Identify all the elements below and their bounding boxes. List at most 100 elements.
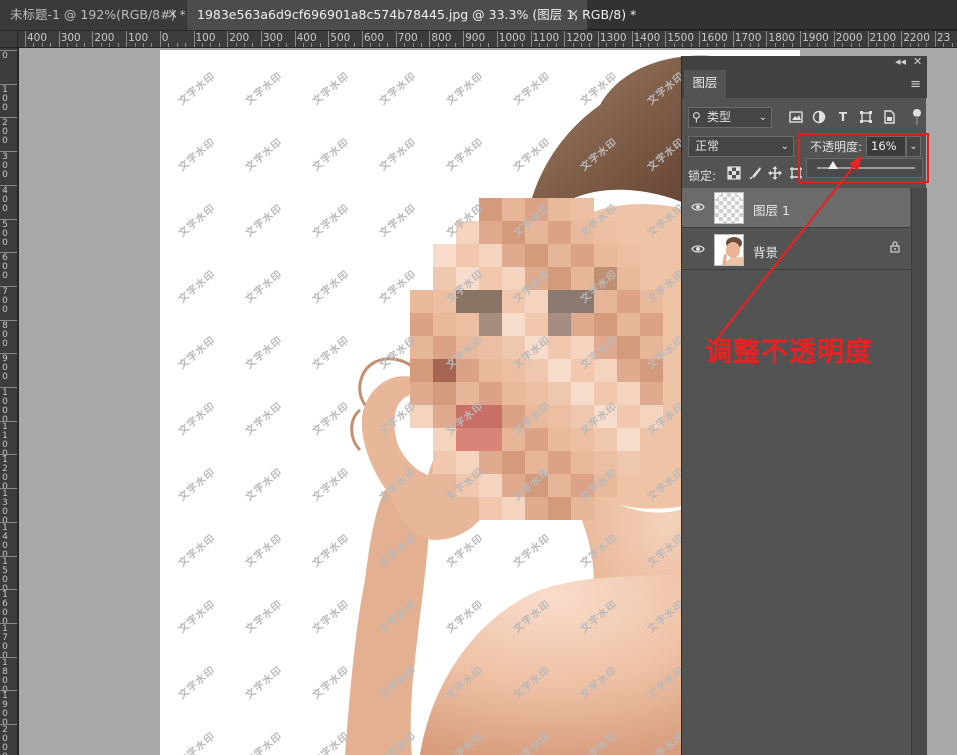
mosaic-cell <box>640 336 663 359</box>
mosaic-cell <box>525 428 548 451</box>
mosaic-cell <box>571 451 594 474</box>
smart-object-filter-icon[interactable] <box>882 110 896 124</box>
mosaic-cell <box>410 290 433 313</box>
mosaic-cell <box>410 313 433 336</box>
ruler-tick <box>564 31 566 47</box>
layer-name: 图层 1 <box>753 203 790 218</box>
document-tab-bar: 未标题-1 @ 192%(RGB/8#) * × 1983e563a6d9cf6… <box>0 0 957 30</box>
mosaic-cell <box>571 313 594 336</box>
mosaic-cell <box>479 198 502 221</box>
mosaic-cell <box>594 221 617 244</box>
mosaic-cell <box>456 405 479 428</box>
document-tab-active[interactable]: 1983e563a6d9cf696901a8c574b78445.jpg @ 3… <box>187 0 636 30</box>
image-filter-icon[interactable] <box>789 110 803 124</box>
mosaic-cell <box>525 267 548 290</box>
tab-layers[interactable]: 图层 <box>684 70 726 98</box>
mosaic-cell <box>548 336 571 359</box>
ruler-label: 100 <box>2 84 8 113</box>
panel-tab-row: 图层 ≡ <box>682 70 927 98</box>
close-tab-icon[interactable]: × <box>167 0 178 30</box>
annotation-text: 调整不透明度 <box>705 337 873 368</box>
lock-transparent-pixels-icon[interactable] <box>726 166 742 182</box>
ruler-label: 1200 <box>2 455 8 492</box>
mosaic-cell <box>456 451 479 474</box>
mosaic-cell <box>548 451 571 474</box>
mosaic-cell <box>525 451 548 474</box>
mosaic-cell <box>456 244 479 267</box>
ruler-tick <box>159 31 161 47</box>
mosaic-cell <box>433 244 456 267</box>
ruler-label: 400 <box>27 32 48 44</box>
mosaic-cell <box>617 290 640 313</box>
ruler-label: 400 <box>2 185 8 214</box>
horizontal-ruler[interactable]: 400 300 200 100 0 100 200 300 400 500 600 700 800 900… <box>18 31 957 48</box>
ruler-label: 600 <box>2 253 8 282</box>
type-filter-icon[interactable]: T <box>836 110 850 124</box>
adjustment-filter-icon[interactable] <box>812 110 826 124</box>
mosaic-cell <box>502 336 525 359</box>
mosaic-cell <box>640 382 663 405</box>
layer-thumbnail <box>714 234 744 266</box>
ruler-label: 1500 <box>2 556 8 593</box>
panel-scrollbar[interactable] <box>911 188 927 755</box>
mosaic-cell <box>456 428 479 451</box>
ruler-tick <box>867 31 869 47</box>
lock-icon[interactable] <box>890 241 900 256</box>
mosaic-cell <box>479 451 502 474</box>
opacity-slider-thumb[interactable] <box>827 161 838 169</box>
filter-kind-select[interactable]: ⚲ 类型 ⌄ <box>688 107 772 128</box>
blend-mode-select[interactable]: 正常 ⌄ <box>688 136 794 157</box>
mosaic-cell <box>594 428 617 451</box>
mosaic-cell <box>479 405 502 428</box>
filter-toggle-switch[interactable] <box>913 109 921 126</box>
layer-row-layer-1[interactable]: 图层 1 <box>682 188 910 228</box>
mosaic-cell <box>502 428 525 451</box>
layer-row-background[interactable]: 背景 <box>682 230 910 270</box>
ruler-tick <box>631 31 633 47</box>
mosaic-cell <box>548 267 571 290</box>
mosaic-cell <box>456 313 479 336</box>
lock-image-pixels-icon[interactable] <box>747 166 763 182</box>
mosaic-cell <box>502 313 525 336</box>
mosaic-cell <box>640 359 663 382</box>
mosaic-cell <box>640 313 663 336</box>
mosaic-cell <box>548 428 571 451</box>
mosaic-cell <box>479 290 502 313</box>
lock-position-icon[interactable] <box>767 166 783 182</box>
mosaic-cell <box>502 405 525 428</box>
eye-visibility-icon[interactable] <box>691 243 705 255</box>
shape-filter-icon[interactable] <box>859 110 873 124</box>
mosaic-cell <box>594 313 617 336</box>
ruler-label: 600 <box>364 32 385 44</box>
document-tab-untitled[interactable]: 未标题-1 @ 192%(RGB/8#) * × <box>0 0 186 30</box>
mosaic-cell <box>594 336 617 359</box>
filter-kind-label: 类型 <box>707 110 732 124</box>
ruler-label: 400 <box>296 32 317 44</box>
mosaic-cell <box>502 267 525 290</box>
ruler-label: 300 <box>60 32 81 44</box>
ruler-origin[interactable] <box>0 31 18 48</box>
mosaic-pixelation <box>410 198 663 520</box>
mosaic-cell <box>525 382 548 405</box>
mosaic-cell <box>571 336 594 359</box>
panel-menu-icon[interactable]: ≡ <box>910 77 921 92</box>
ruler-label: 900 <box>2 354 8 383</box>
tab-label: 未标题-1 @ 192%(RGB/8#) * <box>10 7 186 22</box>
close-panel-icon[interactable]: ✕ <box>913 55 922 68</box>
mosaic-cell <box>548 497 571 520</box>
vertical-ruler[interactable]: 0 100 200 300 400 500 600 700 800 900 100011001200… <box>0 48 18 755</box>
photoshop-window: 未标题-1 @ 192%(RGB/8#) * × 1983e563a6d9cf6… <box>0 0 957 755</box>
collapse-panel-icon[interactable]: ◂◂ <box>895 55 906 68</box>
ruler-tick <box>665 31 667 47</box>
eye-visibility-icon[interactable] <box>691 201 705 213</box>
mosaic-cell <box>479 428 502 451</box>
ruler-label: 700 <box>397 32 418 44</box>
close-tab-icon[interactable]: × <box>568 0 579 30</box>
mosaic-cell <box>410 382 433 405</box>
layer-name: 背景 <box>753 245 779 260</box>
mosaic-cell <box>548 198 571 221</box>
search-icon: ⚲ <box>692 110 701 124</box>
mosaic-cell <box>571 290 594 313</box>
ruler-label: 900 <box>465 32 486 44</box>
ruler-tick <box>193 31 195 47</box>
